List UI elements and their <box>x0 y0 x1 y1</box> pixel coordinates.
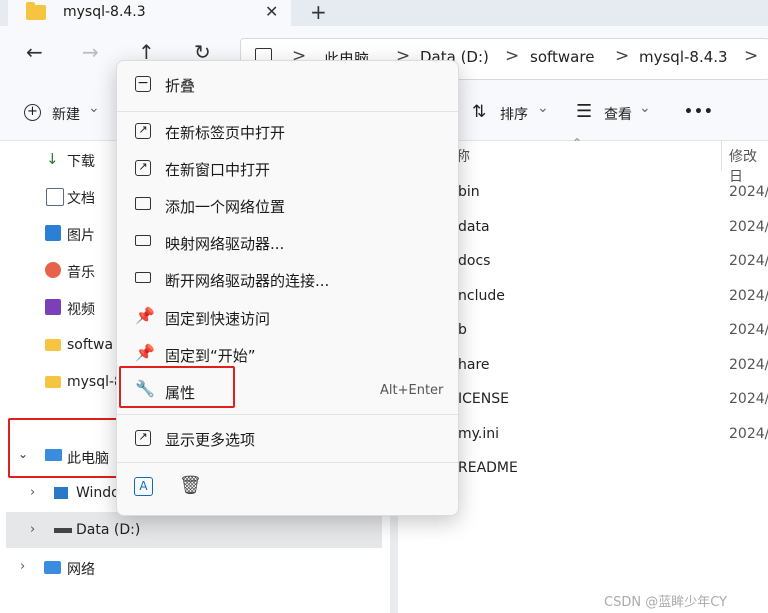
sidebar-item-software[interactable]: softwa <box>67 337 113 353</box>
menu-item-open-new-window[interactable]: 在新窗口中打开 <box>165 159 270 180</box>
file-row-name[interactable]: bin <box>458 184 480 200</box>
network-location-icon <box>135 197 151 210</box>
windows-drive-icon <box>54 487 68 499</box>
chevron-right-icon[interactable]: › <box>30 522 35 537</box>
file-row-date: 2024/ <box>729 219 768 235</box>
menu-item-properties[interactable]: 属性 <box>165 382 195 403</box>
music-icon <box>45 262 61 278</box>
close-tab-icon[interactable]: ✕ <box>265 2 278 21</box>
file-row-name[interactable]: my.ini <box>458 426 499 442</box>
chevron-down-icon[interactable]: ⌄ <box>18 447 28 461</box>
menu-item-add-network-location[interactable]: 添加一个网络位置 <box>165 196 285 217</box>
menu-divider <box>117 111 458 112</box>
column-separator[interactable] <box>721 141 722 171</box>
map-drive-icon <box>135 235 151 246</box>
more-options-button[interactable]: ••• <box>684 104 714 120</box>
sort-up-icon: ⌃ <box>572 136 583 150</box>
new-tab-button[interactable]: + <box>310 0 327 24</box>
file-row-date: 2024/ <box>729 426 768 442</box>
chevron-right-icon[interactable]: › <box>30 485 35 500</box>
breadcrumb-separator[interactable]: > <box>744 46 758 66</box>
sort-icon: ⇅ <box>472 102 487 122</box>
open-new-window-icon: ↗ <box>135 160 151 176</box>
file-row-name[interactable]: data <box>458 219 490 235</box>
pin-icon: 📌 <box>135 343 155 362</box>
back-button[interactable]: ← <box>26 40 43 64</box>
menu-item-show-more-options[interactable]: 显示更多选项 <box>165 429 255 450</box>
menu-item-disconnect-network-drive[interactable]: 断开网络驱动器的连接... <box>165 270 329 291</box>
column-header-date[interactable]: 修改日 <box>729 146 768 186</box>
file-row-date: 2024/ <box>729 391 768 407</box>
chevron-down-icon: ⌄ <box>537 100 549 116</box>
menu-item-map-network-drive[interactable]: 映射网络驱动器... <box>165 233 284 254</box>
menu-item-open-new-tab[interactable]: 在新标签页中打开 <box>165 122 285 143</box>
file-row-name[interactable]: b <box>458 322 467 338</box>
tab-mysql[interactable]: mysql-8.4.3 ✕ <box>8 0 291 26</box>
pin-icon: 📌 <box>135 306 155 325</box>
collapse-icon: − <box>135 76 151 92</box>
download-icon: ↓ <box>46 150 59 168</box>
view-icon: ☰ <box>576 101 593 122</box>
sidebar-item-pictures[interactable]: 图片 <box>67 225 95 245</box>
file-row-date: 2024/ <box>729 322 768 338</box>
sidebar-item-windows-drive[interactable]: Windo <box>76 485 120 501</box>
chevron-right-icon[interactable]: › <box>20 559 25 574</box>
context-menu: − 折叠 ↗ 在新标签页中打开 ↗ 在新窗口中打开 添加一个网络位置 映射网络驱… <box>116 60 459 516</box>
menu-divider <box>117 462 458 463</box>
wrench-icon: 🔧 <box>135 379 155 398</box>
menu-divider <box>117 414 458 415</box>
breadcrumb-separator[interactable]: > <box>505 46 519 66</box>
file-row-name[interactable]: README <box>458 460 518 476</box>
file-row-date: 2024/ <box>729 357 768 373</box>
chevron-down-icon: ⌄ <box>88 100 100 116</box>
tab-title: mysql-8.4.3 <box>63 4 146 20</box>
network-icon <box>44 561 61 574</box>
file-row-name[interactable]: hare <box>458 357 490 373</box>
sidebar-item-videos[interactable]: 视频 <box>67 299 95 319</box>
computer-icon <box>45 449 62 461</box>
chevron-down-icon: ⌄ <box>639 100 651 116</box>
menu-item-pin-quick-access[interactable]: 固定到快速访问 <box>165 308 270 329</box>
breadcrumb-software[interactable]: software <box>530 48 594 66</box>
view-button[interactable]: 查看 <box>604 104 632 124</box>
open-new-tab-icon: ↗ <box>135 123 151 139</box>
watermark: CSDN @蓝眸少年CY <box>604 595 727 610</box>
file-row-date: 2024/ <box>729 288 768 304</box>
sort-button[interactable]: 排序 <box>500 104 528 124</box>
sidebar-item-music[interactable]: 音乐 <box>67 262 95 282</box>
document-icon <box>46 188 64 206</box>
new-button[interactable]: 新建 <box>52 104 80 124</box>
menu-item-collapse[interactable]: 折叠 <box>165 75 195 96</box>
file-row-name[interactable]: docs <box>458 253 490 269</box>
breadcrumb-mysql[interactable]: mysql-8.4.3 <box>639 48 728 66</box>
properties-shortcut: Alt+Enter <box>380 383 444 398</box>
show-more-icon: ↗ <box>135 430 151 446</box>
delete-icon[interactable]: 🗑 <box>179 475 202 496</box>
folder-icon <box>45 376 61 388</box>
folder-icon <box>26 2 46 20</box>
breadcrumb-separator[interactable]: > <box>615 46 629 66</box>
rename-icon[interactable]: A <box>134 477 153 496</box>
drive-icon <box>54 528 72 533</box>
file-row-date: 2024/ <box>729 184 768 200</box>
file-row-name[interactable]: nclude <box>458 288 505 304</box>
plus-circle-icon: + <box>24 104 41 121</box>
sidebar-item-downloads[interactable]: 下载 <box>67 151 95 171</box>
sidebar-item-documents[interactable]: 文档 <box>67 188 95 208</box>
menu-item-pin-start[interactable]: 固定到“开始” <box>165 345 256 366</box>
sidebar-item-data-drive[interactable]: Data (D:) <box>76 522 140 538</box>
sidebar-item-this-pc[interactable]: 此电脑 <box>67 448 109 468</box>
file-row-date: 2024/ <box>729 253 768 269</box>
forward-button[interactable]: → <box>82 40 99 64</box>
file-row-name[interactable]: ICENSE <box>458 391 509 407</box>
folder-icon <box>45 339 61 351</box>
sidebar-item-mysql[interactable]: mysql-8 <box>67 374 123 390</box>
pictures-icon <box>45 225 61 241</box>
video-icon <box>45 299 61 315</box>
sidebar-item-network[interactable]: 网络 <box>67 559 95 579</box>
disconnect-drive-icon <box>135 272 151 283</box>
